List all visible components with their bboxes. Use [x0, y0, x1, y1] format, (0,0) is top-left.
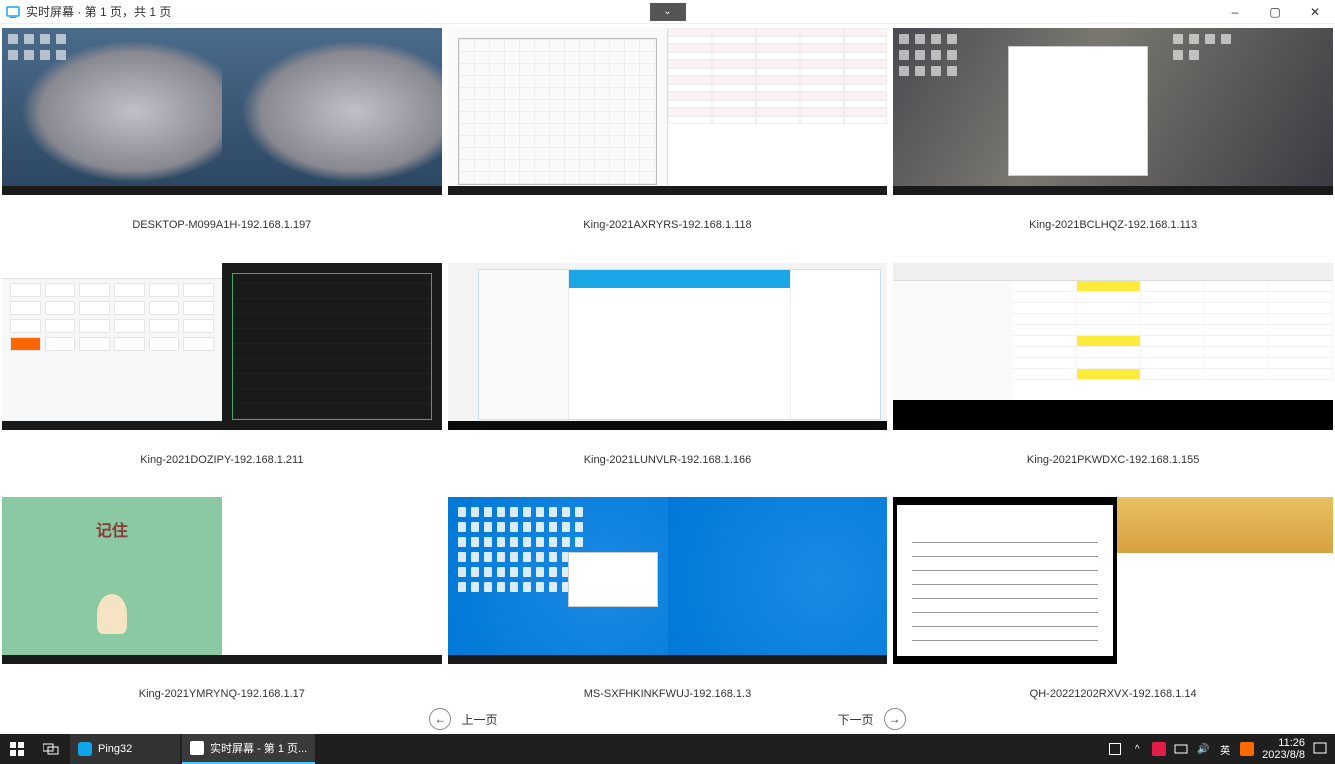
next-page-label: 下一页 — [838, 711, 874, 728]
notifications-icon[interactable] — [1313, 742, 1327, 756]
monitor-icon — [190, 741, 204, 755]
maximize-button[interactable]: ▢ — [1255, 0, 1295, 24]
title-bar: 实时屏幕 · 第 1 页，共 1 页 ⌄ – ▢ ✕ — [0, 0, 1335, 24]
taskbar-app-label: Ping32 — [98, 743, 132, 755]
screen-cell[interactable]: King-2021DOZIPY-192.168.1.211 — [2, 263, 442, 492]
clock[interactable]: 11:26 2023/8/8 — [1262, 737, 1305, 761]
screen-cell[interactable]: MS-SXFHKINKFWUJ-192.168.1.3 — [448, 497, 888, 726]
taskbar-app-ping32[interactable]: Ping32 — [70, 734, 180, 764]
tray-app-icon[interactable] — [1152, 742, 1166, 756]
tray-icon[interactable] — [1108, 742, 1122, 756]
network-icon[interactable] — [1174, 742, 1188, 756]
window-controls: – ▢ ✕ — [1215, 0, 1335, 24]
close-button[interactable]: ✕ — [1295, 0, 1335, 24]
ime-indicator[interactable]: 英 — [1218, 742, 1232, 756]
arrow-right-icon: → — [884, 708, 906, 730]
screen-label: King-2021PKWDXC-192.168.1.155 — [1027, 454, 1199, 466]
screen-label: MS-SXFHKINKFWUJ-192.168.1.3 — [584, 688, 752, 700]
screen-thumbnail[interactable] — [893, 28, 1333, 195]
screen-grid: DESKTOP-M099A1H-192.168.1.197 King-2021A — [0, 24, 1335, 726]
screen-cell[interactable]: 记住 King-2021YMRYNQ-192.168.1.17 — [2, 497, 442, 726]
clock-date: 2023/8/8 — [1262, 749, 1305, 761]
screen-cell[interactable]: QH-20221202RXVX-192.168.1.14 — [893, 497, 1333, 726]
screen-thumbnail[interactable] — [448, 497, 888, 664]
clock-time: 11:26 — [1262, 737, 1305, 749]
taskbar-app-realtime-screen[interactable]: 实时屏幕 - 第 1 页... — [182, 734, 315, 764]
sogou-ime-icon[interactable] — [1240, 742, 1254, 756]
prev-page-button[interactable]: ← 上一页 — [429, 708, 497, 730]
prev-page-label: 上一页 — [461, 711, 497, 728]
screen-thumbnail[interactable]: 记住 — [2, 497, 442, 664]
screen-label: King-2021AXRYRS-192.168.1.118 — [583, 219, 751, 231]
task-view-button[interactable] — [34, 743, 68, 755]
start-button[interactable] — [0, 742, 34, 756]
next-page-button[interactable]: 下一页 → — [838, 708, 906, 730]
window-title: 实时屏幕 · 第 1 页，共 1 页 — [26, 3, 171, 20]
screen-thumbnail[interactable] — [2, 28, 442, 195]
screen-cell[interactable]: King-2021LUNVLR-192.168.1.166 — [448, 263, 888, 492]
os-taskbar[interactable]: Ping32 实时屏幕 - 第 1 页... ^ 🔊 英 11:26 2023/… — [0, 734, 1335, 764]
screen-thumbnail[interactable] — [448, 28, 888, 195]
screen-label: QH-20221202RXVX-192.168.1.14 — [1030, 688, 1197, 700]
chevron-up-icon[interactable]: ^ — [1130, 742, 1144, 756]
screen-cell[interactable]: DESKTOP-M099A1H-192.168.1.197 — [2, 28, 442, 257]
system-tray[interactable]: ^ 🔊 英 11:26 2023/8/8 — [1108, 737, 1335, 761]
ping32-icon — [78, 742, 92, 756]
screen-label: King-2021BCLHQZ-192.168.1.113 — [1029, 219, 1197, 231]
screen-thumbnail[interactable] — [893, 497, 1333, 664]
screen-thumbnail[interactable] — [448, 263, 888, 430]
screen-label: King-2021DOZIPY-192.168.1.211 — [140, 454, 303, 466]
arrow-left-icon: ← — [429, 708, 451, 730]
taskbar-app-label: 实时屏幕 - 第 1 页... — [210, 740, 307, 756]
screen-cell[interactable]: King-2021BCLHQZ-192.168.1.113 — [893, 28, 1333, 257]
titlebar-dropdown[interactable]: ⌄ — [650, 3, 686, 21]
thumb-heading: 记住 — [96, 517, 128, 541]
minimize-button[interactable]: – — [1215, 0, 1255, 24]
screen-thumbnail[interactable] — [2, 263, 442, 430]
app-icon — [6, 5, 20, 19]
screen-cell[interactable]: King-2021AXRYRS-192.168.1.118 — [448, 28, 888, 257]
screen-thumbnail[interactable] — [893, 263, 1333, 430]
screen-label: King-2021YMRYNQ-192.168.1.17 — [139, 688, 305, 700]
volume-icon[interactable]: 🔊 — [1196, 742, 1210, 756]
screen-label: King-2021LUNVLR-192.168.1.166 — [584, 454, 752, 466]
screen-cell[interactable]: King-2021PKWDXC-192.168.1.155 — [893, 263, 1333, 492]
screen-label: DESKTOP-M099A1H-192.168.1.197 — [132, 219, 311, 231]
